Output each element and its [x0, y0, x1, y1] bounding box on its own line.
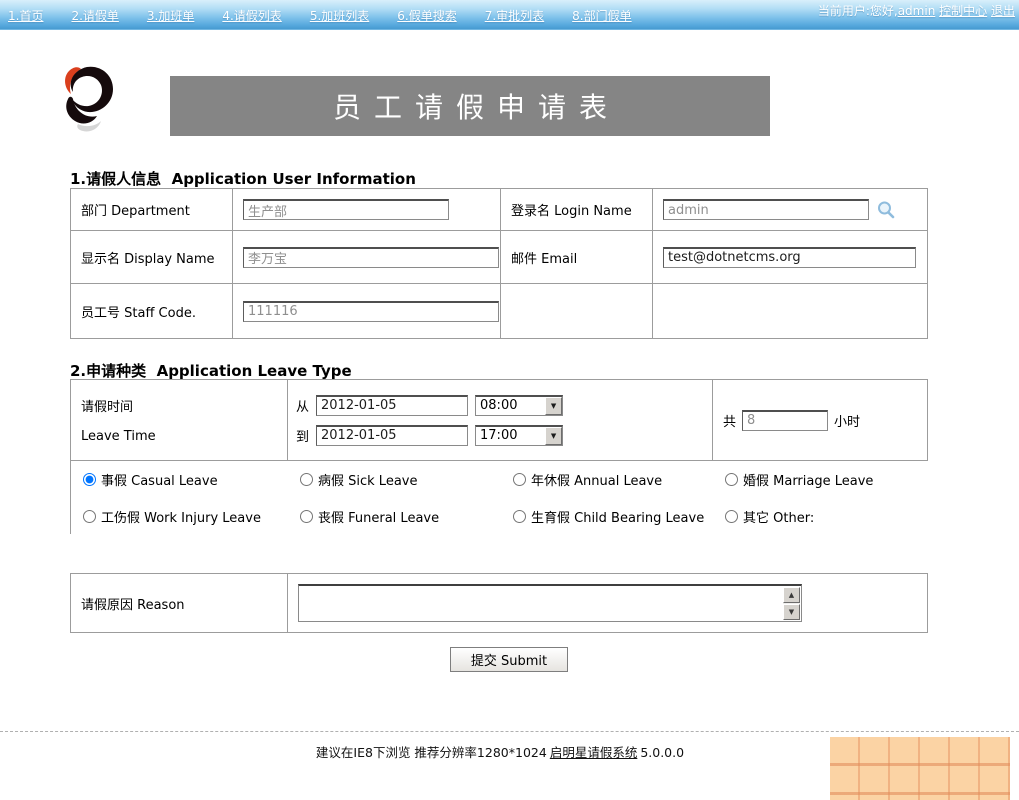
- control-center-link[interactable]: 控制中心: [939, 4, 987, 18]
- leave-type-option-casual[interactable]: 事假 Casual Leave: [71, 461, 288, 498]
- nav-item-approval-list[interactable]: 7.审批列表: [485, 7, 544, 24]
- nav-item-home[interactable]: 1.首页: [8, 7, 43, 24]
- leave-type-option-marriage[interactable]: 婚假 Marriage Leave: [713, 461, 928, 498]
- top-nav-bar: 1.首页 2.请假单 3.加班单 4.请假列表 5.加班列表 6.假单搜索 7.…: [0, 0, 1019, 30]
- leave-type-option-funeral[interactable]: 丧假 Funeral Leave: [288, 498, 501, 534]
- login-name-label: 登录名 Login Name: [511, 200, 632, 219]
- from-time-value: 08:00: [476, 397, 545, 415]
- leave-type-option-work-injury[interactable]: 工伤假 Work Injury Leave: [71, 498, 288, 534]
- leave-time-label-en: Leave Time: [81, 429, 156, 444]
- leave-type-radio[interactable]: [83, 473, 96, 486]
- footer-divider: [0, 731, 1019, 732]
- leave-type-radio[interactable]: [513, 473, 526, 486]
- to-time-select[interactable]: 17:00 ▼: [475, 425, 563, 446]
- leave-type-option-annual[interactable]: 年休假 Annual Leave: [501, 461, 713, 498]
- leave-type-table: 请假时间 Leave Time 从 08:00 ▼ 到 17:00 ▼ 共 小时…: [70, 379, 928, 534]
- submit-button[interactable]: 提交 Submit: [450, 647, 568, 672]
- nav-item-overtime-form[interactable]: 3.加班单: [147, 7, 194, 24]
- from-date-input[interactable]: [316, 395, 468, 416]
- leave-type-label: 婚假 Marriage Leave: [743, 470, 873, 489]
- reason-textarea[interactable]: ▲ ▼: [298, 584, 802, 622]
- leave-type-radio[interactable]: [725, 473, 738, 486]
- empty-cell: [501, 284, 653, 339]
- leave-time-inputs-cell: 从 08:00 ▼ 到 17:00 ▼: [288, 380, 713, 461]
- login-name-input[interactable]: [663, 199, 869, 220]
- leave-type-label: 年休假 Annual Leave: [531, 470, 662, 489]
- reason-label: 请假原因 Reason: [81, 594, 185, 613]
- to-time-value: 17:00: [476, 427, 545, 445]
- leave-type-label: 事假 Casual Leave: [101, 470, 218, 489]
- leave-type-label: 工伤假 Work Injury Leave: [101, 507, 261, 526]
- department-label: 部门 Department: [81, 200, 190, 219]
- leave-type-label: 生育假 Child Bearing Leave: [531, 507, 704, 526]
- section1-heading: 1.请假人信息 Application User Information: [70, 168, 416, 189]
- nav-item-leave-search[interactable]: 6.假单搜索: [397, 7, 456, 24]
- leave-type-radio[interactable]: [513, 510, 526, 523]
- footer-system-link[interactable]: 启明星请假系统: [550, 745, 638, 760]
- current-user-info: 当前用户:您好,admin 控制中心 退出: [817, 4, 1015, 19]
- leave-type-radio[interactable]: [300, 510, 313, 523]
- leave-type-option-child-bearing[interactable]: 生育假 Child Bearing Leave: [501, 498, 713, 534]
- nav-item-leave-form[interactable]: 2.请假单: [71, 7, 118, 24]
- from-time-select[interactable]: 08:00 ▼: [475, 395, 563, 416]
- leave-type-option-sick[interactable]: 病假 Sick Leave: [288, 461, 501, 498]
- to-label: 到: [296, 426, 309, 445]
- empty-cell: [653, 284, 928, 339]
- logout-link[interactable]: 退出: [991, 4, 1015, 18]
- user-info-table: 部门 Department 登录名 Login Name 显示名 Display…: [70, 188, 928, 339]
- leave-type-radio[interactable]: [725, 510, 738, 523]
- nav-item-dept-leave[interactable]: 8.部门假单: [572, 7, 631, 24]
- total-label: 共: [723, 411, 736, 430]
- logo: [60, 64, 120, 146]
- scroll-up-icon[interactable]: ▲: [783, 587, 800, 603]
- total-hours-input[interactable]: [742, 410, 828, 431]
- department-input[interactable]: [243, 199, 449, 220]
- leave-time-label-cell: 请假时间 Leave Time: [71, 380, 288, 461]
- display-name-input[interactable]: [243, 247, 499, 268]
- email-label: 邮件 Email: [511, 248, 577, 267]
- chevron-down-icon[interactable]: ▼: [545, 427, 562, 445]
- footer-version: 5.0.0.0: [640, 745, 684, 760]
- staff-code-label: 员工号 Staff Code.: [81, 302, 196, 321]
- reason-scrollbar[interactable]: ▲ ▼: [783, 587, 800, 620]
- current-user-link[interactable]: admin: [898, 4, 936, 18]
- leave-type-label: 丧假 Funeral Leave: [318, 507, 439, 526]
- page-title: 员工请假申请表: [170, 76, 770, 136]
- from-label: 从: [296, 396, 309, 415]
- leave-type-radio[interactable]: [300, 473, 313, 486]
- total-unit-label: 小时: [834, 411, 860, 430]
- leave-time-label-cn: 请假时间: [81, 396, 133, 415]
- staff-code-input[interactable]: [243, 301, 499, 322]
- leave-type-label: 病假 Sick Leave: [318, 470, 417, 489]
- total-hours-cell: 共 小时: [713, 380, 928, 461]
- search-icon[interactable]: [876, 200, 896, 220]
- display-name-label: 显示名 Display Name: [81, 248, 215, 267]
- leave-type-label: 其它 Other:: [743, 507, 814, 526]
- section2-heading: 2.申请种类 Application Leave Type: [70, 360, 352, 381]
- nav-item-leave-list[interactable]: 4.请假列表: [222, 7, 281, 24]
- footer-notice: 建议在IE8下浏览 推荐分辨率1280*1024: [316, 745, 547, 760]
- to-date-input[interactable]: [316, 425, 468, 446]
- chevron-down-icon[interactable]: ▼: [545, 397, 562, 415]
- current-user-prefix: 当前用户:您好,: [818, 4, 898, 18]
- leave-type-option-other[interactable]: 其它 Other:: [713, 498, 928, 534]
- nav-item-overtime-list[interactable]: 5.加班列表: [310, 7, 369, 24]
- footer: 建议在IE8下浏览 推荐分辨率1280*1024启明星请假系统5.0.0.0: [0, 742, 1000, 761]
- email-input[interactable]: [663, 247, 916, 268]
- leave-type-radio[interactable]: [83, 510, 96, 523]
- reason-table: 请假原因 Reason ▲ ▼: [70, 573, 928, 633]
- scroll-down-icon[interactable]: ▼: [783, 604, 800, 620]
